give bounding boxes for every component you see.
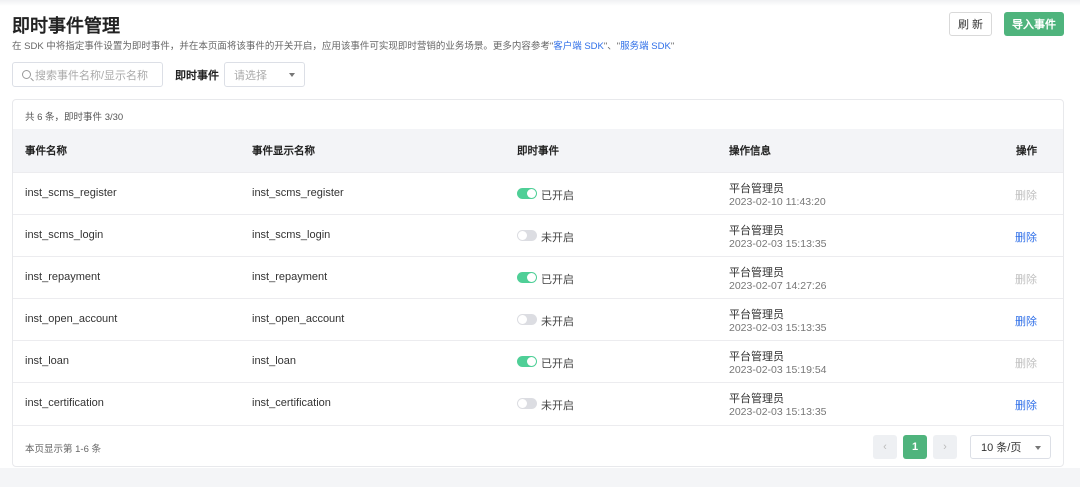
- event-name: inst_repayment: [25, 271, 101, 283]
- delete-button[interactable]: 删除: [1015, 271, 1037, 287]
- event-display-name: inst_scms_register: [252, 187, 344, 199]
- operator: 平台管理员: [729, 351, 784, 363]
- operator: 平台管理员: [729, 309, 784, 321]
- instant-toggle[interactable]: [517, 272, 537, 283]
- delete-button[interactable]: 删除: [1015, 313, 1037, 329]
- col-operation-info: 操作信息: [729, 145, 771, 157]
- table-row: inst_open_account inst_open_account 未开启 …: [13, 298, 1063, 340]
- instant-toggle[interactable]: [517, 230, 537, 241]
- select-placeholder: 请选择: [234, 69, 267, 82]
- event-name: inst_certification: [25, 397, 104, 409]
- instant-filter-select[interactable]: 请选择: [224, 62, 305, 87]
- table-footer: 本页显示第 1-6 条 ‹ 1 › 10 条/页: [13, 425, 1063, 467]
- operator: 平台管理员: [729, 393, 784, 405]
- col-instant: 即时事件: [517, 145, 559, 157]
- operator: 平台管理员: [729, 267, 784, 279]
- event-name: inst_loan: [25, 355, 70, 367]
- table-summary: 共 6 条，即时事件 3/30: [25, 112, 124, 123]
- event-display-name: inst_scms_login: [252, 229, 331, 241]
- caret-down-icon: [289, 73, 295, 77]
- col-action: 操作: [1016, 145, 1037, 157]
- col-event-name: 事件名称: [25, 145, 67, 157]
- next-page-button[interactable]: ›: [933, 435, 957, 459]
- search-icon: [22, 70, 31, 79]
- refresh-button[interactable]: 刷 新: [949, 12, 992, 36]
- table-row: inst_repayment inst_repayment 已开启 平台管理员 …: [13, 256, 1063, 298]
- table-row: inst_scms_register inst_scms_register 已开…: [13, 172, 1063, 214]
- event-name: inst_scms_login: [25, 229, 104, 241]
- toggle-status: 已开启: [541, 274, 574, 286]
- operation-time: 2023-02-03 15:19:54: [729, 364, 827, 376]
- instant-filter-label: 即时事件: [175, 70, 219, 82]
- table-header: 事件名称 事件显示名称 即时事件 操作信息 操作: [13, 129, 1063, 172]
- operation-time: 2023-02-03 15:13:35: [729, 406, 827, 418]
- event-display-name: inst_certification: [252, 397, 331, 409]
- search-placeholder: 搜索事件名称/显示名称: [35, 69, 149, 82]
- toggle-status: 未开启: [541, 232, 574, 244]
- description-text: 在 SDK 中将指定事件设置为即时事件，并在本页面将该事件的开关开启，应用该事件…: [12, 41, 550, 52]
- event-display-name: inst_loan: [252, 355, 297, 367]
- operator: 平台管理员: [729, 183, 784, 195]
- prev-page-button[interactable]: ‹: [873, 435, 897, 459]
- page-size-value: 10 条/页: [981, 442, 1022, 454]
- table-row: inst_scms_login inst_scms_login 未开启 平台管理…: [13, 214, 1063, 256]
- operation-time: 2023-02-10 11:43:20: [729, 196, 826, 208]
- toggle-status: 未开启: [541, 400, 574, 412]
- search-input[interactable]: 搜索事件名称/显示名称: [12, 62, 163, 87]
- instant-toggle[interactable]: [517, 314, 537, 325]
- event-name: inst_open_account: [25, 313, 118, 325]
- delete-button[interactable]: 删除: [1015, 397, 1037, 413]
- page-title: 即时事件管理: [12, 16, 120, 36]
- col-display-name: 事件显示名称: [252, 145, 315, 157]
- toggle-status: 已开启: [541, 190, 574, 202]
- page-1-button[interactable]: 1: [903, 435, 927, 459]
- event-display-name: inst_open_account: [252, 313, 345, 325]
- instant-toggle[interactable]: [517, 356, 537, 367]
- operator: 平台管理员: [729, 225, 784, 237]
- table-row: inst_loan inst_loan 已开启 平台管理员 2023-02-03…: [13, 340, 1063, 382]
- page-bottom-bg: [0, 468, 1080, 487]
- delete-button[interactable]: 删除: [1015, 355, 1037, 371]
- separator: 、: [607, 41, 617, 52]
- event-name: inst_scms_register: [25, 187, 117, 199]
- top-shadow: [0, 0, 1080, 6]
- operation-time: 2023-02-03 15:13:35: [729, 322, 827, 334]
- instant-toggle[interactable]: [517, 398, 537, 409]
- client-sdk-link[interactable]: 客户端 SDK: [553, 41, 604, 52]
- operation-time: 2023-02-03 15:13:35: [729, 238, 827, 250]
- event-display-name: inst_repayment: [252, 271, 328, 283]
- toggle-status: 已开启: [541, 358, 574, 370]
- caret-down-icon: [1035, 446, 1041, 450]
- table-row: inst_certification inst_certification 未开…: [13, 382, 1063, 424]
- page-description: 在 SDK 中将指定事件设置为即时事件，并在本页面将该事件的开关开启，应用该事件…: [12, 41, 675, 52]
- operation-time: 2023-02-07 14:27:26: [729, 280, 827, 292]
- events-table-card: 共 6 条，即时事件 3/30 事件名称 事件显示名称 即时事件 操作信息 操作…: [12, 99, 1064, 467]
- page-size-select[interactable]: 10 条/页: [970, 435, 1051, 459]
- delete-button[interactable]: 删除: [1015, 229, 1037, 245]
- instant-toggle[interactable]: [517, 188, 537, 199]
- server-sdk-link[interactable]: 服务端 SDK: [620, 41, 671, 52]
- import-events-button[interactable]: 导入事件: [1004, 12, 1064, 36]
- page-info: 本页显示第 1-6 条: [25, 444, 102, 455]
- delete-button[interactable]: 删除: [1015, 187, 1037, 203]
- toggle-status: 未开启: [541, 316, 574, 328]
